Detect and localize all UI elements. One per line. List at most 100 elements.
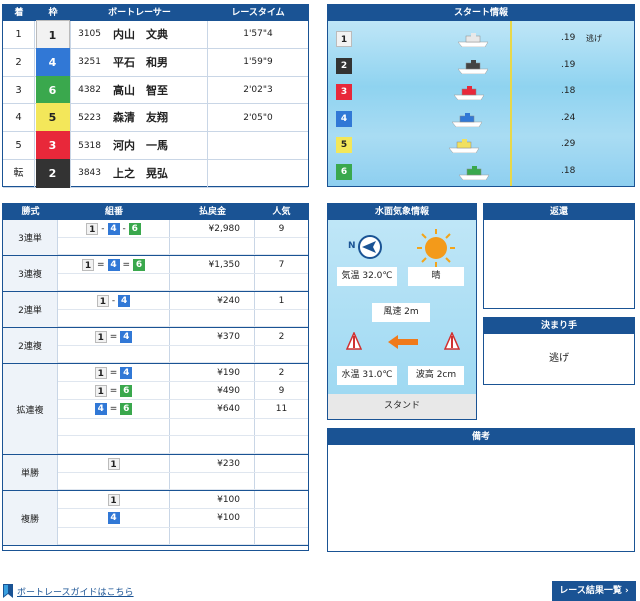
remarks-panel: 備考 <box>327 428 635 552</box>
payout-amount: ¥1,350 <box>170 256 255 273</box>
payout-row: 1 = 4 ¥370 2 <box>58 328 308 346</box>
frame-badge: 4 <box>336 110 352 127</box>
combo-cell: 1 <box>58 491 170 509</box>
payout-group: 3連複 1 = 4 = 6 ¥1,350 7 <box>3 256 308 292</box>
result-row: 3 6 4382 高山 智至 2'02"3 <box>3 75 308 105</box>
frame-badge: 3 <box>35 131 70 161</box>
frame-badge: 6 <box>120 402 133 415</box>
boat-icon <box>454 86 484 100</box>
combo-cell: 1-4 <box>58 292 170 309</box>
frame-badge: 4 <box>94 402 107 415</box>
combo-separator: = <box>96 259 105 270</box>
payout-row: 1-4 ¥240 1 <box>58 292 308 310</box>
boat-icon <box>452 112 482 127</box>
combo-header: 組番 <box>104 207 123 217</box>
combo-separator: = <box>109 385 118 396</box>
stand-label: スタンド <box>328 394 476 419</box>
combo-separator: - <box>122 223 126 234</box>
payout-row: 1 ¥230 <box>58 455 308 473</box>
payout-amount: ¥100 <box>170 491 255 509</box>
boat-icon <box>459 165 489 180</box>
payout-amount <box>170 274 255 290</box>
combo-cell: 1 = 4 <box>58 364 170 382</box>
racer-name[interactable]: 高山 智至 <box>105 76 208 104</box>
kimarite-value: 逃げ <box>549 353 569 364</box>
frame-cell: 6 <box>35 75 71 105</box>
payout-amount: ¥370 <box>170 328 255 345</box>
rank-cell: 5 <box>3 132 35 159</box>
racer-name[interactable]: 森清 友翔 <box>105 104 208 132</box>
frame-badge: 6 <box>128 222 141 235</box>
bet-type-label: 拡連複 <box>3 364 58 454</box>
frame-badge: 4 <box>120 330 133 343</box>
payout-group: 単勝 1 ¥230 <box>3 455 308 491</box>
racer-name[interactable]: 平石 和男 <box>105 48 208 76</box>
payout-amount <box>170 418 255 436</box>
results-header: 着 枠 ボートレーサー レースタイム <box>3 5 308 21</box>
racer-name[interactable]: 内山 文典 <box>105 21 208 48</box>
racer-name[interactable]: 河内 一馬 <box>105 132 208 159</box>
wind-direction-arrow-icon <box>388 335 418 352</box>
rank-cell: 2 <box>3 48 35 76</box>
racer-reg-number: 3843 <box>78 168 101 179</box>
frame-header: 枠 <box>48 8 58 18</box>
weather-condition: 晴 <box>408 267 464 286</box>
payout-header: 勝式 組番 払戻金 人気 <box>3 204 308 220</box>
frame-badge: 4 <box>107 511 120 524</box>
combo-cell: 1 = 6 <box>58 382 170 400</box>
combo-separator: - <box>111 295 116 306</box>
time-header: レースタイム <box>231 8 285 18</box>
north-label: N <box>348 241 356 251</box>
rank-cell: 3 <box>3 76 35 104</box>
frame-badge: 4 <box>120 366 133 379</box>
guide-link[interactable]: ボートレースガイドはこちら <box>3 584 134 598</box>
payout-table: 勝式 組番 払戻金 人気 3連単 1-4-6 ¥2,980 9 3連複 1 = 4 = 6 ¥1,3… <box>2 203 309 551</box>
buoy-left-icon <box>345 331 363 353</box>
payout-amount <box>170 238 255 254</box>
combo-separator: = <box>109 367 118 378</box>
frame-badge: 1 <box>96 294 109 307</box>
bookmark-icon <box>3 584 13 598</box>
payout-amount <box>170 346 255 362</box>
payout-row: 1 = 6 ¥490 9 <box>58 382 308 401</box>
frame-badge: 4 <box>107 258 120 271</box>
refund-panel: 返還 <box>483 203 635 309</box>
payout-row: 4 = 6 ¥640 11 <box>58 400 308 419</box>
payout-row <box>58 274 308 291</box>
frame-cell: 3 <box>35 131 71 161</box>
race-results-button[interactable]: レース結果一覧 › <box>552 581 636 601</box>
combo-cell: 1 = 4 <box>58 328 170 345</box>
payout-group: 拡連複 1 = 4 ¥190 2 1 = 6 ¥490 9 4 = 6 ¥640 11 <box>3 364 308 455</box>
start-water-area: 1 .19 逃げ 2 .19 3 .18 4 .24 5 .29 6 .18 <box>328 21 634 186</box>
combo-cell <box>58 436 170 453</box>
start-timing: .24 <box>561 112 576 123</box>
racer-reg-number: 5223 <box>78 112 101 123</box>
racer-name[interactable]: 上之 晃弘 <box>105 159 208 187</box>
race-results-button-label[interactable]: レース結果一覧 <box>559 586 622 596</box>
boat-icon <box>449 139 479 153</box>
racer-reg-number: 5318 <box>78 140 101 151</box>
popularity: 9 <box>278 223 285 234</box>
result-row: 5 3 5318 河内 一馬 <box>3 131 308 161</box>
frame-badge: 2 <box>35 158 70 188</box>
payout-amount: ¥100 <box>170 509 255 527</box>
popularity-header: 人気 <box>272 207 291 217</box>
weather-panel: 水面気象情報 N 気温 32.0℃ 晴 風速 2m 水温 31.0℃ 波高 2c… <box>327 203 477 420</box>
frame-badge: 5 <box>336 137 352 153</box>
start-timing: .18 <box>561 165 576 176</box>
payout-row <box>58 527 308 545</box>
rank-cell: 4 <box>3 104 35 132</box>
combo-separator: = <box>122 259 131 270</box>
payout-amount: ¥240 <box>170 292 255 309</box>
combo-separator: = <box>109 331 118 342</box>
buoy-right-icon <box>443 331 461 353</box>
payout-amount: ¥190 <box>170 364 255 382</box>
start-timing: .18 <box>561 86 576 96</box>
remarks-title: 備考 <box>328 429 634 445</box>
wave-height: 波高 2cm <box>408 366 464 385</box>
frame-badge: 6 <box>120 384 133 397</box>
bet-type-label: 3連複 <box>3 256 58 291</box>
frame-badge: 1 <box>336 31 352 47</box>
payout-group: 3連単 1-4-6 ¥2,980 9 <box>3 220 308 256</box>
guide-link-text[interactable]: ボートレースガイドはこちら <box>17 585 134 598</box>
